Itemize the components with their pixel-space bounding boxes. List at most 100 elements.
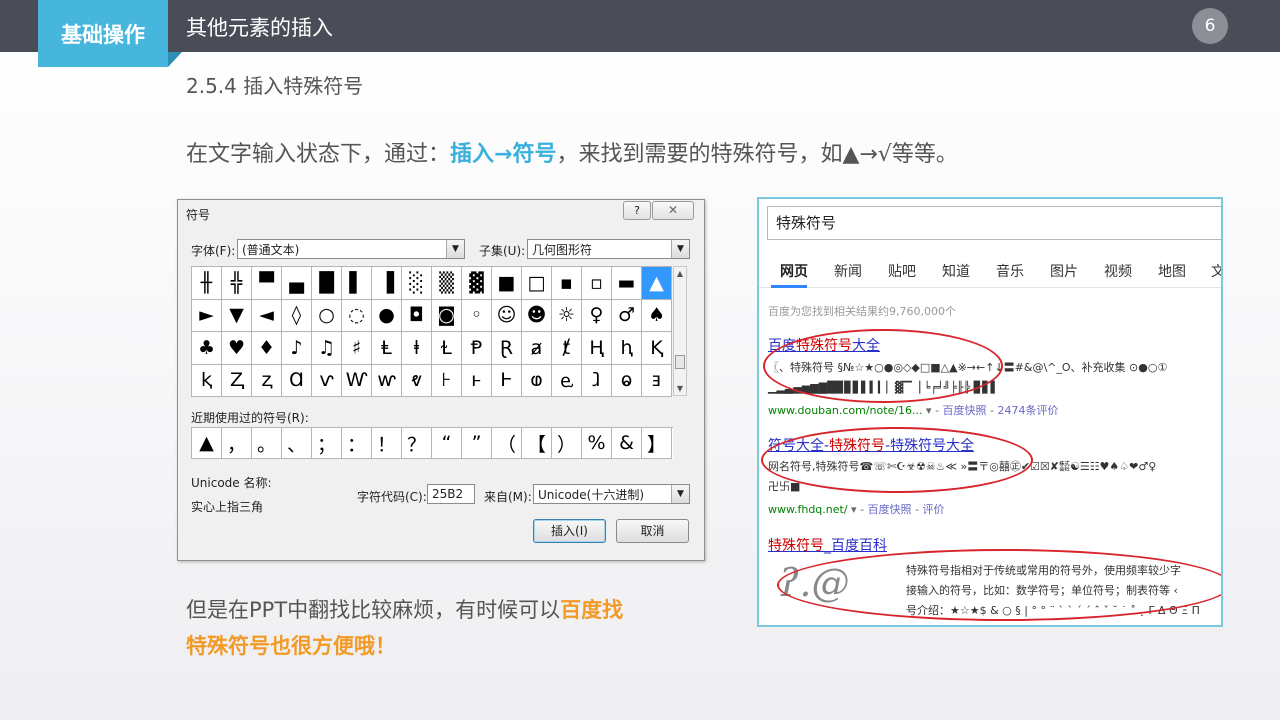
search-tab[interactable]: 音乐	[996, 261, 1024, 281]
recent-symbol-cell[interactable]: 。	[252, 428, 282, 459]
symbol-cell[interactable]: Ⱬ	[222, 364, 252, 397]
recent-symbol-cell[interactable]: ，	[222, 428, 252, 459]
search-tab[interactable]: 地图	[1158, 261, 1186, 281]
symbol-cell[interactable]: ⱬ	[252, 364, 282, 397]
recent-symbol-cell[interactable]: （	[492, 428, 522, 459]
symbol-cell[interactable]: ▬	[612, 267, 642, 300]
symbol-cell[interactable]: ☻	[522, 299, 552, 332]
symbol-cell[interactable]: ◘	[402, 299, 432, 332]
symbol-cell[interactable]: ♠	[642, 299, 672, 332]
help-button[interactable]: ?	[623, 201, 651, 220]
symbol-cell[interactable]: ▫	[582, 267, 612, 300]
result-2-url[interactable]: www.fhdq.net/	[768, 503, 848, 516]
search-tab[interactable]: 图片	[1050, 261, 1078, 281]
recent-symbol-cell[interactable]: ！	[372, 428, 402, 459]
result-1-url[interactable]: www.douban.com/note/16...	[768, 404, 923, 417]
symbol-cell[interactable]: ►	[192, 299, 222, 332]
font-select[interactable]: (普通文本) ▼	[237, 239, 465, 259]
symbol-cell[interactable]: ⱪ	[192, 364, 222, 397]
recent-symbol-cell[interactable]: “	[432, 428, 462, 459]
symbol-cell[interactable]: ○	[312, 299, 342, 332]
recent-symbol-cell[interactable]: ”	[462, 428, 492, 459]
symbol-cell[interactable]: Ⱨ	[582, 332, 612, 365]
symbol-cell[interactable]: ▌	[342, 267, 372, 300]
symbol-cell[interactable]: ⱳ	[372, 364, 402, 397]
symbol-cell[interactable]: ⱦ	[552, 332, 582, 365]
symbol-cell[interactable]: ▀	[252, 267, 282, 300]
insert-button[interactable]: 插入(I)	[533, 519, 606, 543]
search-tab[interactable]: 文	[1211, 261, 1221, 281]
symbol-cell[interactable]: Ⱡ	[372, 332, 402, 365]
recent-symbol-cell[interactable]: 、	[282, 428, 312, 459]
symbol-cell[interactable]: ▄	[282, 267, 312, 300]
symbol-cell[interactable]: ◌	[342, 299, 372, 332]
search-tab[interactable]: 网页	[780, 261, 808, 281]
symbol-cell[interactable]: ♪	[282, 332, 312, 365]
recent-symbol-cell[interactable]: 【	[522, 428, 552, 459]
symbol-cell[interactable]: ⊦	[432, 364, 462, 397]
symbol-cell[interactable]: ◄	[252, 299, 282, 332]
result-1-reviews-link[interactable]: 2474条评价	[998, 404, 1059, 417]
recent-symbol-cell[interactable]: %	[582, 428, 612, 459]
symbol-cell[interactable]: ⱥ	[522, 332, 552, 365]
symbol-cell[interactable]: ▪	[552, 267, 582, 300]
symbol-cell[interactable]: ⱹ	[582, 364, 612, 397]
subset-select[interactable]: 几何图形符 ▼	[527, 239, 690, 259]
symbol-cell[interactable]: ♦	[252, 332, 282, 365]
symbol-cell[interactable]: ◦	[462, 299, 492, 332]
symbol-cell[interactable]: Ɫ	[432, 332, 462, 365]
symbol-cell[interactable]: ⱻ	[642, 364, 672, 397]
symbol-cell[interactable]: ⱺ	[612, 364, 642, 397]
symbol-scrollbar[interactable]: ▲ ▼	[673, 266, 687, 396]
result-1-cache-link[interactable]: 百度快照	[943, 404, 987, 417]
symbol-cell[interactable]: ▼	[222, 299, 252, 332]
symbol-cell[interactable]: Ɽ	[492, 332, 522, 365]
symbol-cell[interactable]: Ⱪ	[642, 332, 672, 365]
recent-symbol-cell[interactable]: ；	[312, 428, 342, 459]
scroll-up-icon[interactable]: ▲	[674, 269, 686, 278]
search-tab[interactable]: 贴吧	[888, 261, 916, 281]
recent-symbol-cell[interactable]: ？	[402, 428, 432, 459]
symbol-cell[interactable]: Ⱳ	[342, 364, 372, 397]
symbol-cell[interactable]: □	[522, 267, 552, 300]
result-2-cache-link[interactable]: 百度快照	[868, 503, 912, 516]
symbol-cell[interactable]: ♥	[222, 332, 252, 365]
symbol-cell[interactable]: ░	[402, 267, 432, 300]
symbol-cell[interactable]: ♀	[582, 299, 612, 332]
cancel-button[interactable]: 取消	[616, 519, 689, 543]
symbol-cell[interactable]: ▐	[372, 267, 402, 300]
symbol-cell[interactable]: ☼	[552, 299, 582, 332]
scroll-thumb[interactable]	[675, 355, 685, 369]
symbol-cell[interactable]: Ᵽ	[462, 332, 492, 365]
symbol-cell[interactable]: ⱡ	[402, 332, 432, 365]
symbol-cell[interactable]: ☺	[492, 299, 522, 332]
symbol-cell[interactable]: ♯	[342, 332, 372, 365]
recent-symbol-cell[interactable]: ▲	[192, 428, 222, 459]
chevron-down-icon[interactable]: ▼	[446, 240, 464, 258]
chevron-down-icon[interactable]: ▼	[671, 485, 689, 503]
symbol-cell[interactable]: ▓	[462, 267, 492, 300]
result-2-reviews-link[interactable]: 评价	[923, 503, 945, 516]
symbol-cell[interactable]: ◙	[432, 299, 462, 332]
recent-symbol-cell[interactable]: 】	[642, 428, 672, 459]
symbol-cell[interactable]: ⱨ	[612, 332, 642, 365]
from-select[interactable]: Unicode(十六进制) ▼	[533, 484, 690, 504]
result-3-title[interactable]: 特殊符号_百度百科	[768, 535, 887, 555]
symbol-cell[interactable]: ♣	[192, 332, 222, 365]
char-code-input[interactable]: 25B2	[427, 484, 475, 504]
symbol-cell[interactable]: ╬	[222, 267, 252, 300]
symbol-cell[interactable]: ⱴ	[402, 364, 432, 397]
symbol-cell[interactable]: ▒	[432, 267, 462, 300]
symbol-cell[interactable]: ⱶ	[462, 364, 492, 397]
symbol-cell[interactable]: █	[312, 267, 342, 300]
chevron-down-icon[interactable]: ▼	[671, 240, 689, 258]
chevron-down-icon[interactable]: ▾	[926, 404, 932, 417]
search-tab[interactable]: 知道	[942, 261, 970, 281]
symbol-cell[interactable]: ♂	[612, 299, 642, 332]
symbol-cell[interactable]: Ɑ	[282, 364, 312, 397]
search-tab[interactable]: 视频	[1104, 261, 1132, 281]
symbol-cell[interactable]: ⱷ	[522, 364, 552, 397]
search-input[interactable]: 特殊符号	[767, 206, 1221, 240]
symbol-cell[interactable]: ⱸ	[552, 364, 582, 397]
symbol-cell[interactable]: ●	[372, 299, 402, 332]
